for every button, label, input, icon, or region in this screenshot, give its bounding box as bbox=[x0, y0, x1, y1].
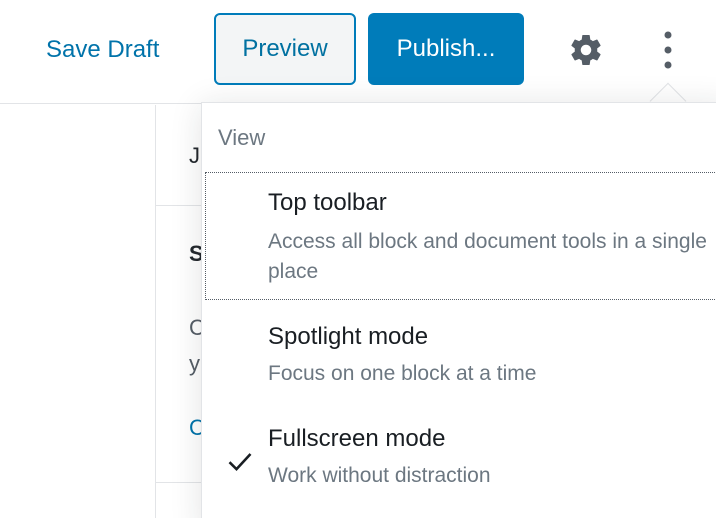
menu-item-title: Spotlight mode bbox=[268, 323, 429, 350]
save-draft-button[interactable]: Save Draft bbox=[30, 14, 175, 85]
publish-button[interactable]: Publish... bbox=[368, 13, 524, 85]
menu-item-spotlight-mode[interactable]: Spotlight mode Focus on one block at a t… bbox=[206, 309, 716, 399]
sidebar-panel-text: y bbox=[189, 351, 200, 376]
checkmark-icon bbox=[228, 453, 252, 472]
menu-item-description: Focus on one block at a time bbox=[268, 362, 537, 385]
settings-button[interactable] bbox=[562, 26, 610, 74]
menu-item-fullscreen-mode[interactable]: Fullscreen mode Work without distraction bbox=[206, 411, 716, 507]
menu-item-title: Fullscreen mode bbox=[268, 425, 446, 452]
vertical-ellipsis-icon bbox=[664, 31, 672, 69]
editor-header: Save Draft Preview Publish... bbox=[0, 0, 716, 104]
menu-item-description: Work without distraction bbox=[268, 464, 491, 487]
menu-group-label: View bbox=[218, 125, 266, 150]
menu-item-top-toolbar[interactable]: Top toolbar Access all block and documen… bbox=[205, 172, 716, 300]
editor-page: Save Draft Preview Publish... J S C y C … bbox=[0, 0, 716, 518]
preview-button[interactable]: Preview bbox=[214, 13, 356, 85]
more-options-menu: View Top toolbar Access all block and do… bbox=[201, 102, 716, 518]
gear-icon bbox=[571, 35, 601, 65]
more-options-button[interactable] bbox=[644, 22, 692, 78]
menu-item-description: Access all block and document tools in a… bbox=[268, 230, 707, 283]
sidebar-tab[interactable]: J bbox=[189, 143, 200, 169]
menu-item-title: Top toolbar bbox=[268, 189, 387, 216]
